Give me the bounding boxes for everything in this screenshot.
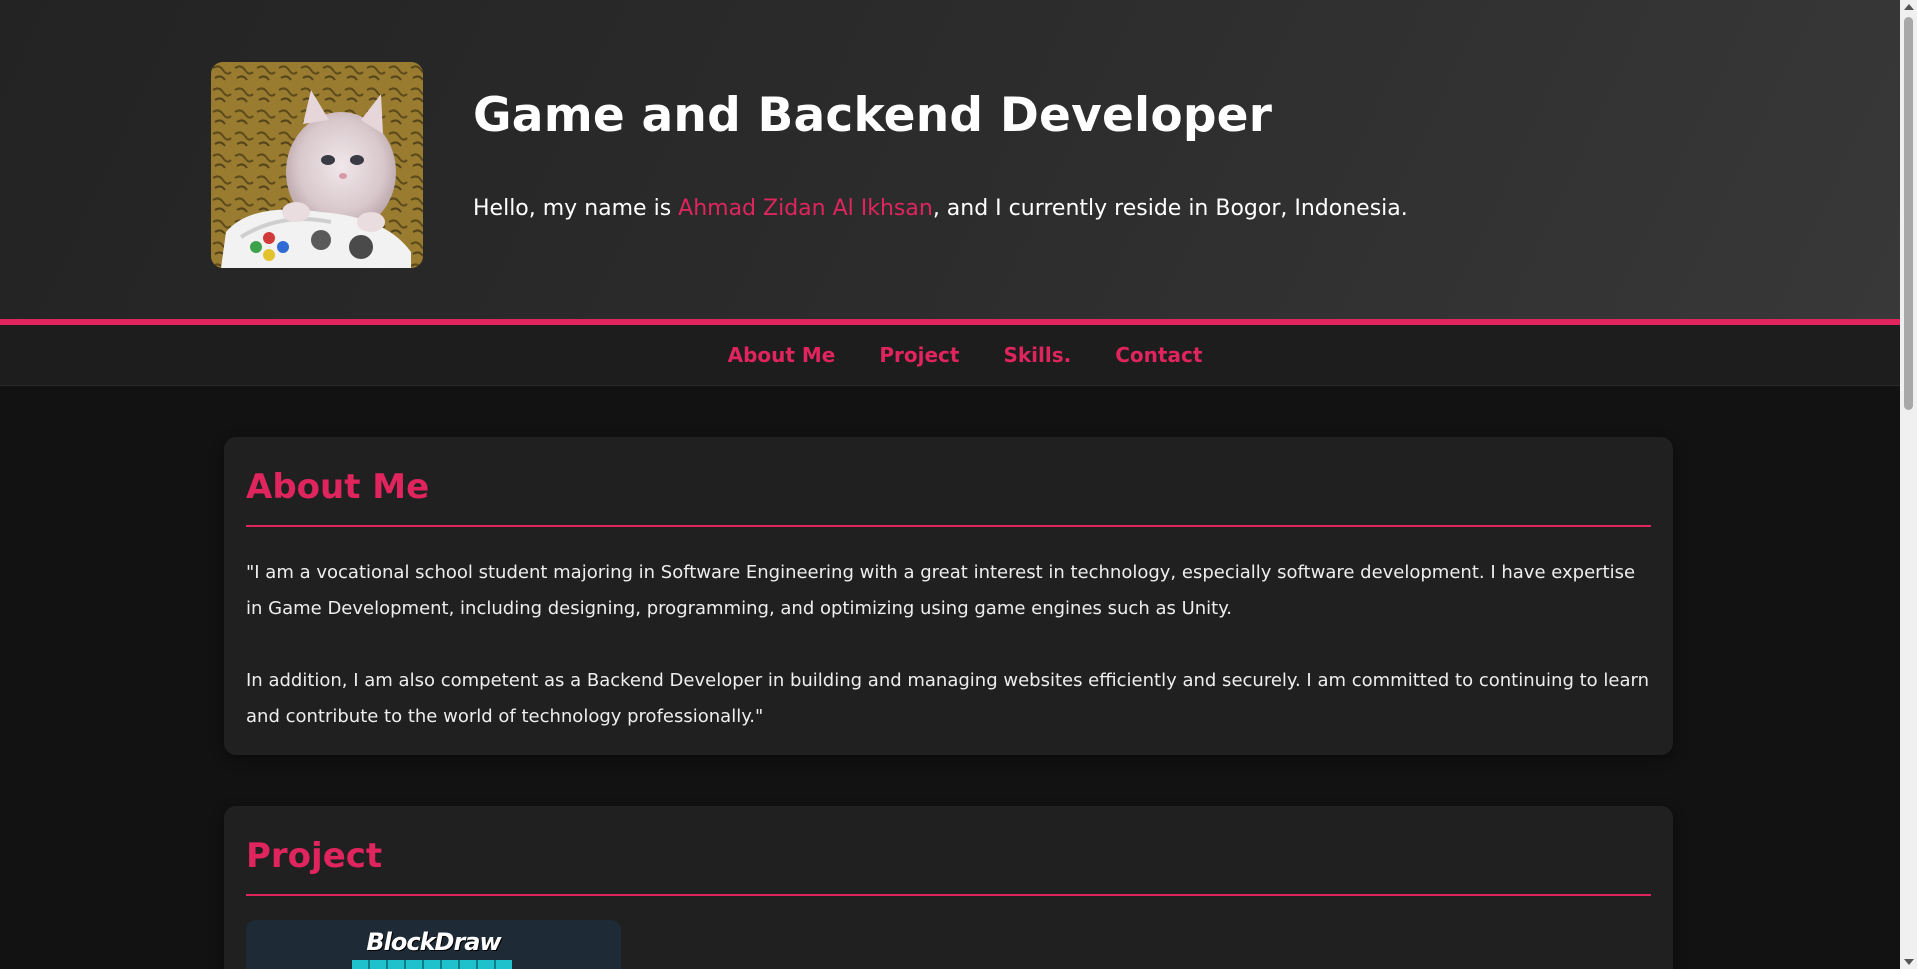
project-section: Project BlockDraw: [224, 806, 1673, 969]
intro-text: Hello, my name is Ahmad Zidan Al Ikhsan,…: [473, 196, 1408, 221]
about-section: About Me "I am a vocational school stude…: [224, 437, 1673, 755]
scrollbar-thumb[interactable]: [1904, 17, 1913, 410]
hero-header: Game and Backend Developer Hello, my nam…: [0, 0, 1900, 320]
nav-skills[interactable]: Skills.: [1003, 343, 1071, 367]
scroll-down-icon[interactable]: [1904, 959, 1914, 965]
page-scrollbar[interactable]: [1900, 0, 1917, 969]
main-nav: About Me Project Skills. Contact: [0, 325, 1900, 386]
nav-contact[interactable]: Contact: [1115, 343, 1202, 367]
project-preview-grid: [352, 960, 512, 969]
nav-project[interactable]: Project: [879, 343, 959, 367]
project-card-blockdraw[interactable]: BlockDraw: [246, 920, 621, 969]
scroll-up-icon[interactable]: [1904, 4, 1914, 10]
about-paragraph-1: "I am a vocational school student majori…: [246, 562, 1636, 619]
nav-about-me[interactable]: About Me: [728, 343, 836, 367]
page-title: Game and Backend Developer: [473, 88, 1273, 143]
about-paragraph-2: In addition, I am also competent as a Ba…: [246, 670, 1649, 727]
about-heading: About Me: [246, 437, 1651, 527]
intro-suffix: , and I currently reside in Bogor, Indon…: [932, 196, 1408, 221]
intro-prefix: Hello, my name is: [473, 196, 679, 221]
avatar: [211, 62, 423, 268]
project-heading: Project: [246, 806, 1651, 896]
project-logo: BlockDraw: [366, 928, 501, 956]
page: Game and Backend Developer Hello, my nam…: [0, 0, 1900, 969]
author-name: Ahmad Zidan Al Ikhsan: [678, 196, 933, 221]
